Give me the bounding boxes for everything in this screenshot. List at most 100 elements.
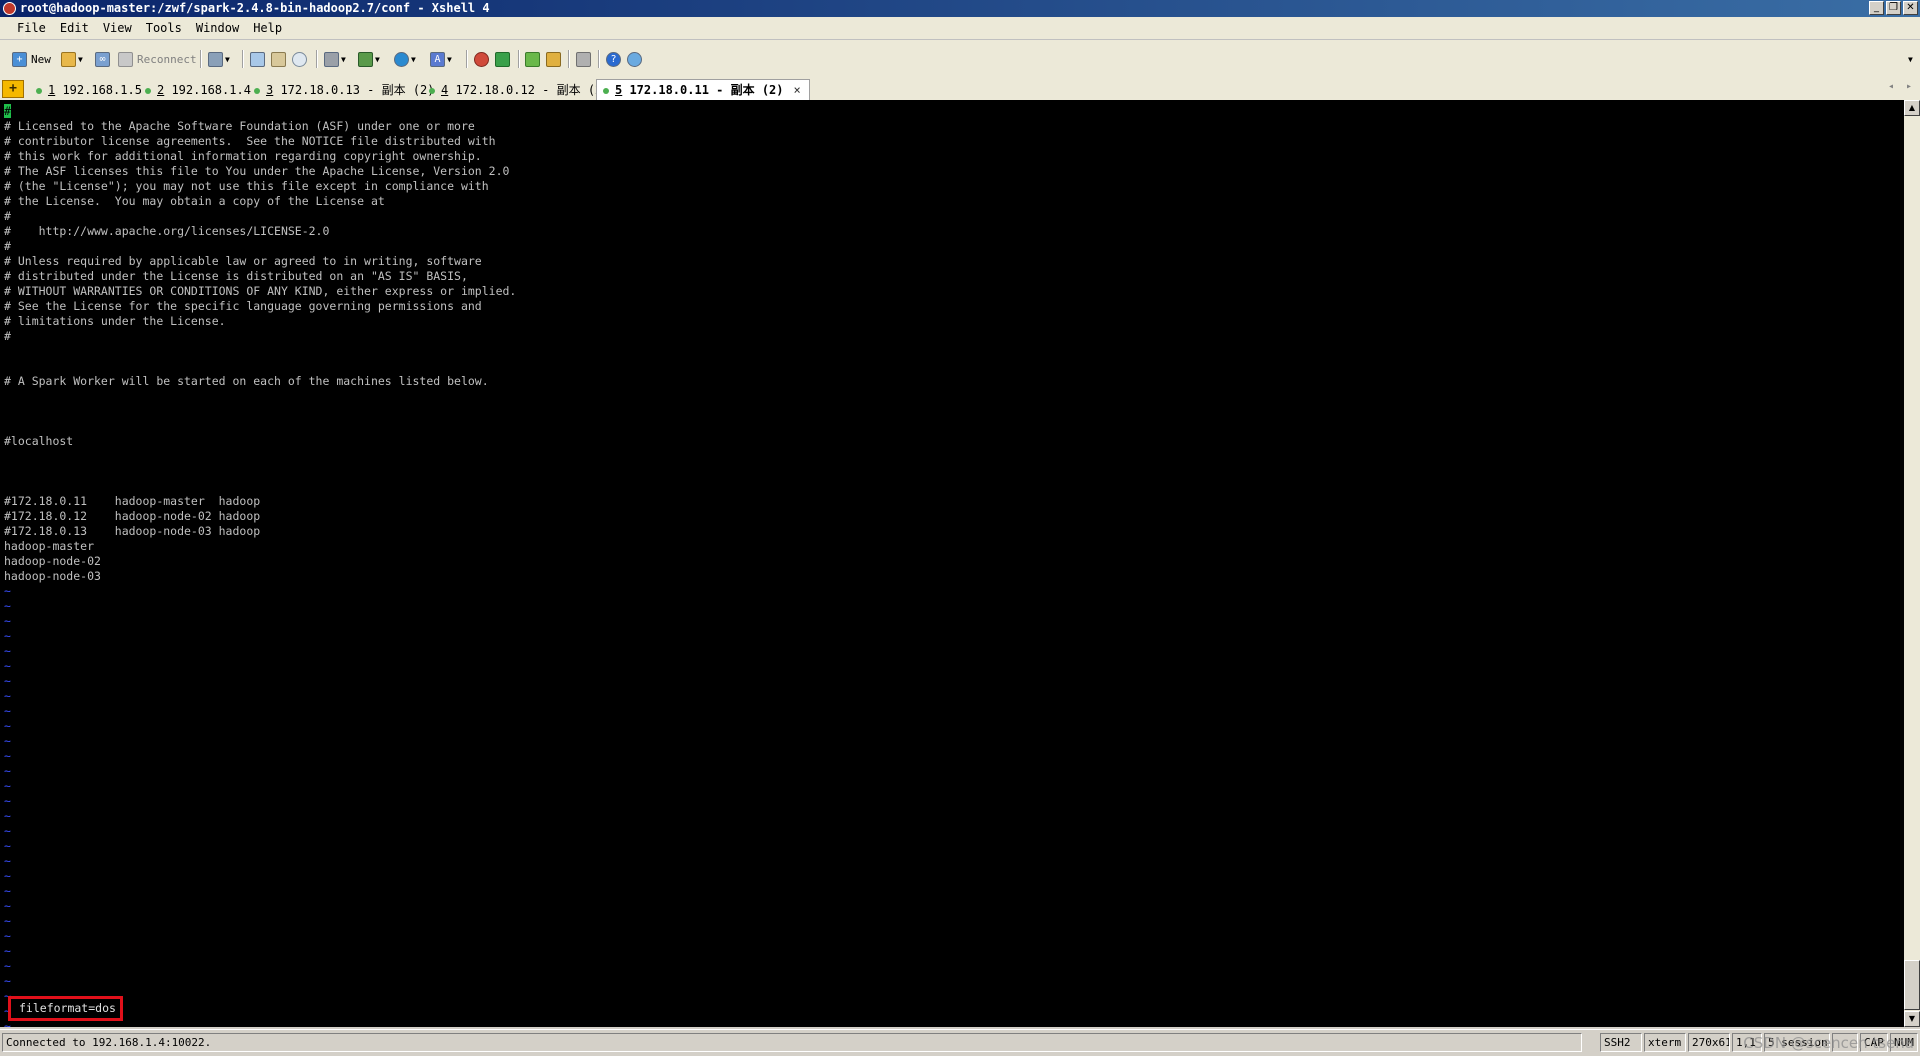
tile-button[interactable]: [525, 49, 540, 69]
add-session-button[interactable]: +: [2, 80, 24, 98]
terminal-scrollbar[interactable]: ▲ ▼: [1904, 100, 1920, 1027]
terminal-cursor: #: [4, 104, 11, 118]
color-scheme-button[interactable]: ▼: [358, 49, 380, 69]
menu-edit[interactable]: Edit: [53, 17, 96, 39]
new-label: New: [31, 52, 51, 66]
reconnect-icon: [118, 51, 133, 67]
terminal-line: hadoop-node-02: [4, 554, 101, 568]
toolbar: + New ▼ ∞ Reconnect ▼ ▼ ▼ ▼ A ▼ ? ▼: [0, 40, 1920, 79]
tab-session-3[interactable]: 3 172.18.0.13 - 副本 (2): [248, 80, 443, 100]
scroll-thumb[interactable]: [1904, 960, 1920, 1010]
reconnect-button[interactable]: Reconnect: [118, 49, 197, 69]
reconnect-label: Reconnect: [137, 52, 197, 66]
terminal-text: # # Licensed to the Apache Software Foun…: [4, 104, 516, 1027]
chat-button[interactable]: [627, 49, 642, 69]
menu-tools[interactable]: Tools: [139, 17, 189, 39]
watermark: CSDN @scencen tsena: [1743, 1034, 1914, 1052]
close-button[interactable]: ✕: [1903, 1, 1918, 15]
paste-button[interactable]: [271, 49, 286, 69]
scroll-up-icon[interactable]: ▲: [1904, 100, 1920, 116]
new-session-icon: +: [12, 51, 27, 67]
xftp-button[interactable]: [474, 49, 489, 69]
font-button[interactable]: A ▼: [430, 49, 452, 69]
menu-help[interactable]: Help: [246, 17, 289, 39]
terminal-line: # (the "License"); you may not use this …: [4, 179, 489, 193]
toolbar-overflow-button[interactable]: ▼: [1906, 49, 1913, 69]
restore-button[interactable]: ❐: [1886, 1, 1901, 15]
terminal-line: #: [4, 329, 11, 343]
lock-icon: [546, 51, 561, 67]
tab-session-1[interactable]: 1 192.168.1.5: [30, 80, 150, 100]
tab-close-icon[interactable]: ×: [794, 83, 801, 97]
menu-bar: File Edit View Tools Window Help: [0, 17, 1920, 40]
tab-session-4[interactable]: 4 172.18.0.12 - 副本 (2): [423, 80, 618, 100]
terminal-line: # limitations under the License.: [4, 314, 226, 328]
color-scheme-icon: [358, 51, 373, 67]
protocol-status: SSH2: [1600, 1033, 1642, 1052]
terminal-line: #172.18.0.11 hadoop-master hadoop: [4, 494, 261, 508]
status-bar: Connected to 192.168.1.4:10022. SSH2 xte…: [0, 1029, 1920, 1056]
terminal-screen[interactable]: # # Licensed to the Apache Software Foun…: [0, 100, 1904, 1027]
scroll-down-icon[interactable]: ▼: [1904, 1011, 1920, 1027]
terminal-line: # WITHOUT WARRANTIES OR CONDITIONS OF AN…: [4, 284, 517, 298]
terminal-line: #172.18.0.12 hadoop-node-02 hadoop: [4, 509, 261, 523]
paste-icon: [271, 51, 286, 67]
help-icon: ?: [606, 51, 621, 67]
transfer-button[interactable]: [495, 49, 510, 69]
terminal-line: # this work for additional information r…: [4, 149, 482, 163]
empty-line-markers: ~ ~ ~ ~ ~ ~ ~ ~ ~ ~ ~ ~ ~ ~ ~ ~ ~ ~ ~ ~ …: [4, 584, 11, 1027]
find-icon: [292, 51, 307, 67]
help-button[interactable]: ?: [606, 49, 621, 69]
print-icon: [324, 51, 339, 67]
vim-command-line: fileformat=dos: [8, 996, 123, 1021]
tab-scroll-left-icon[interactable]: ◂: [1888, 81, 1894, 92]
window-title: root@hadoop-master:/zwf/spark-2.4.8-bin-…: [20, 1, 490, 15]
link-button[interactable]: ∞: [95, 49, 110, 69]
menu-window[interactable]: Window: [189, 17, 246, 39]
copy-button[interactable]: [250, 49, 265, 69]
properties-button[interactable]: ▼: [208, 49, 230, 69]
tab-session-5[interactable]: 5 172.18.0.11 - 副本 (2) ×: [596, 79, 810, 101]
tile-icon: [525, 51, 540, 67]
transfer-icon: [495, 51, 510, 67]
connected-dot-icon: [603, 87, 609, 94]
connected-dot-icon: [254, 87, 260, 94]
terminal-line: # A Spark Worker will be started on each…: [4, 374, 489, 388]
chat-icon: [627, 51, 642, 67]
copy-icon: [250, 51, 265, 67]
terminal-line: # the License. You may obtain a copy of …: [4, 194, 385, 208]
properties-icon: [208, 51, 223, 67]
print-button[interactable]: ▼: [324, 49, 346, 69]
find-button[interactable]: [292, 49, 307, 69]
globe-button[interactable]: ▼: [394, 49, 416, 69]
open-button[interactable]: ▼: [61, 49, 83, 69]
lock-button[interactable]: [546, 49, 561, 69]
terminal-line: hadoop-node-03: [4, 569, 101, 583]
open-folder-icon: [61, 51, 76, 67]
terminal-line: hadoop-master: [4, 539, 95, 553]
terminal-line: #172.18.0.13 hadoop-node-03 hadoop: [4, 524, 261, 538]
terminal-line: #: [4, 209, 11, 223]
xftp-icon: [474, 51, 489, 67]
font-icon: A: [430, 51, 445, 67]
globe-icon: [394, 51, 409, 67]
window-controls: _ ❐ ✕: [1869, 1, 1918, 15]
new-session-button[interactable]: + New: [12, 49, 51, 69]
terminal-line: #: [4, 239, 11, 253]
menu-view[interactable]: View: [96, 17, 139, 39]
tab-session-2[interactable]: 2 192.168.1.4: [139, 80, 259, 100]
minimize-button[interactable]: _: [1869, 1, 1884, 15]
terminal-line: # contributor license agreements. See th…: [4, 134, 496, 148]
terminal-line: # http://www.apache.org/licenses/LICENSE…: [4, 224, 330, 238]
menu-file[interactable]: File: [10, 17, 53, 39]
terminal-line: # Unless required by applicable law or a…: [4, 254, 482, 268]
session-tab-bar: + 1 192.168.1.5 2 192.168.1.4 3 172.18.0…: [0, 78, 1920, 101]
xshell-window: root@hadoop-master:/zwf/spark-2.4.8-bin-…: [0, 0, 1920, 1056]
tab-scroll-right-icon[interactable]: ▸: [1906, 81, 1912, 92]
terminal-size-status: 270x61: [1688, 1033, 1730, 1052]
connected-dot-icon: [145, 87, 151, 94]
terminal-line: # Licensed to the Apache Software Founda…: [4, 119, 475, 133]
terminal-type-status: xterm: [1644, 1033, 1686, 1052]
keyboard-button[interactable]: [576, 49, 591, 69]
terminal-line: # See the License for the specific langu…: [4, 299, 482, 313]
